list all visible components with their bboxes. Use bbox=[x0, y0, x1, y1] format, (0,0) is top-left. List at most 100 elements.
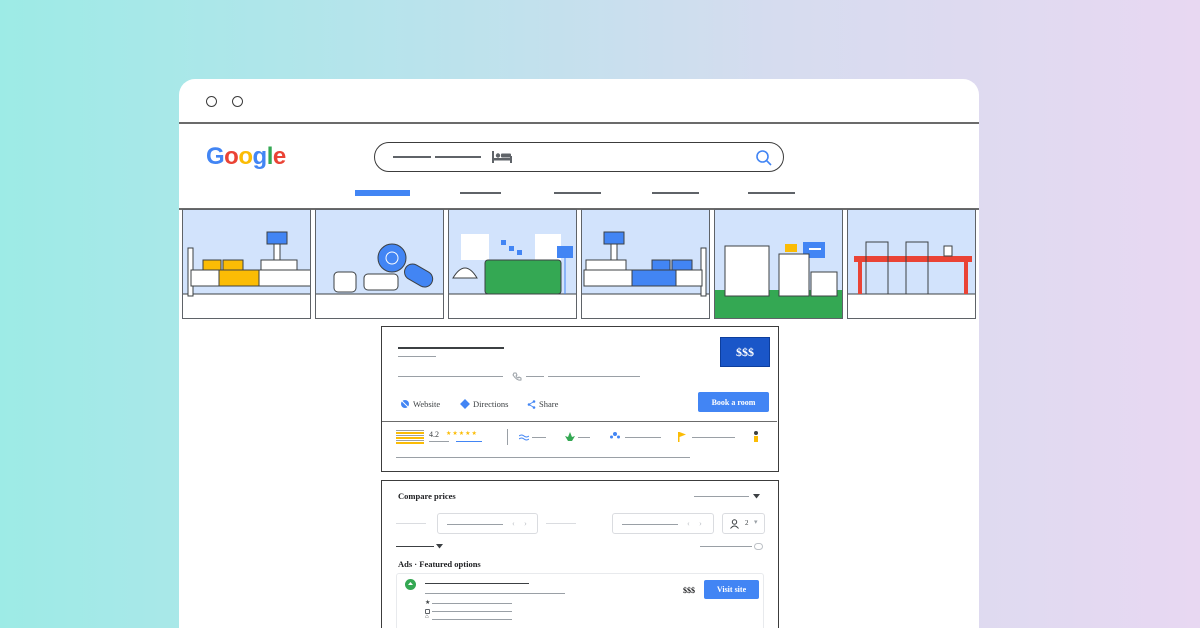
tab[interactable] bbox=[554, 192, 601, 194]
amenity-placeholder bbox=[578, 437, 590, 438]
lounge-illustration bbox=[449, 210, 576, 295]
directions-link[interactable]: Directions bbox=[473, 399, 508, 409]
amenity-divider bbox=[507, 429, 508, 445]
ad-url-placeholder bbox=[425, 593, 565, 594]
amenity-placeholder bbox=[692, 437, 735, 438]
hotel-subtitle-placeholder bbox=[398, 356, 436, 357]
tag-icon: ⌂ bbox=[425, 614, 429, 620]
dining-illustration bbox=[848, 210, 975, 295]
room-illustration bbox=[582, 210, 709, 297]
amenity-placeholder bbox=[532, 437, 546, 438]
chevron-down-icon[interactable] bbox=[753, 494, 760, 499]
bedroom-illustration bbox=[183, 210, 310, 297]
bed-icon bbox=[492, 151, 512, 163]
toggle-label-placeholder bbox=[700, 546, 752, 547]
tab-active[interactable] bbox=[355, 190, 410, 196]
tab[interactable] bbox=[652, 192, 699, 194]
hotel-photo-room[interactable] bbox=[581, 209, 710, 319]
reviews-link-placeholder[interactable] bbox=[456, 441, 482, 442]
date-placeholder bbox=[447, 524, 503, 525]
logo-letter: o bbox=[238, 143, 253, 170]
query-text-placeholder bbox=[435, 156, 481, 158]
visit-site-button[interactable]: Visit site bbox=[704, 580, 759, 599]
tab[interactable] bbox=[748, 192, 795, 194]
rating-bars-icon bbox=[396, 430, 424, 444]
tab[interactable] bbox=[460, 192, 501, 194]
chevron-down-icon[interactable] bbox=[436, 544, 443, 549]
price-badge: $$$ bbox=[720, 337, 770, 367]
filter-placeholder[interactable] bbox=[396, 546, 434, 547]
visit-site-label: Visit site bbox=[716, 585, 747, 594]
price-badge-label: $$$ bbox=[736, 344, 754, 359]
compare-prices-card: Compare prices ‹ › ‹ › 2 ▾ Ads · Feature… bbox=[381, 480, 779, 628]
compare-prices-title: Compare prices bbox=[398, 491, 456, 501]
hotel-photo-bedroom[interactable] bbox=[182, 209, 311, 319]
chevron-left-icon[interactable]: ‹ bbox=[687, 518, 690, 528]
hotel-photo-exterior[interactable] bbox=[714, 209, 843, 319]
chevron-down-icon: ▾ bbox=[754, 518, 758, 526]
book-room-label: Book a room bbox=[711, 397, 756, 407]
gym-illustration bbox=[316, 210, 443, 295]
date-placeholder bbox=[622, 524, 678, 525]
star-icon: ★ bbox=[425, 600, 431, 606]
website-link[interactable]: Website bbox=[413, 399, 440, 409]
address-placeholder bbox=[398, 376, 503, 377]
rating-stars: ★★★★★ bbox=[446, 431, 478, 437]
reviews-placeholder bbox=[429, 441, 449, 442]
guests-icon bbox=[610, 432, 620, 439]
card-divider bbox=[382, 421, 777, 422]
hotel-photo-dining[interactable] bbox=[847, 209, 976, 319]
logo-letter: G bbox=[206, 143, 225, 170]
hotel-photo-gym[interactable] bbox=[315, 209, 444, 319]
phone-placeholder bbox=[526, 376, 544, 377]
attendant-icon bbox=[754, 431, 758, 442]
checkin-label-placeholder bbox=[396, 523, 426, 524]
window-control-dot[interactable] bbox=[206, 96, 217, 107]
ad-detail-placeholder bbox=[432, 619, 512, 620]
toggle-switch[interactable] bbox=[754, 543, 763, 550]
browser-window: Google $$$ Website Directions Share Book… bbox=[179, 79, 979, 628]
phone-icon bbox=[512, 372, 522, 381]
chevron-right-icon[interactable]: › bbox=[699, 518, 702, 528]
directions-icon bbox=[460, 399, 470, 409]
checkin-date-field[interactable]: ‹ › bbox=[437, 513, 538, 534]
share-icon bbox=[527, 400, 536, 409]
amenity-placeholder bbox=[625, 437, 661, 438]
rating-value: 4.2 bbox=[429, 430, 439, 439]
checkout-date-field[interactable]: ‹ › bbox=[612, 513, 714, 534]
search-input[interactable] bbox=[374, 142, 784, 172]
person-icon bbox=[730, 519, 739, 529]
ad-detail-placeholder bbox=[432, 603, 512, 604]
hotel-info-card: $$$ Website Directions Share Book a room… bbox=[381, 326, 779, 472]
guests-selector[interactable]: 2 ▾ bbox=[722, 513, 765, 534]
ad-price: $$$ bbox=[683, 586, 695, 595]
flag-icon bbox=[678, 432, 686, 442]
hotel-photo-lounge[interactable] bbox=[448, 209, 577, 319]
ad-detail-placeholder bbox=[432, 611, 512, 612]
window-control-dot[interactable] bbox=[232, 96, 243, 107]
ads-heading: Ads · Featured options bbox=[398, 559, 481, 569]
chevron-right-icon[interactable]: › bbox=[524, 518, 527, 528]
phone-placeholder bbox=[548, 376, 640, 377]
spa-icon bbox=[565, 432, 575, 441]
google-logo[interactable]: Google bbox=[206, 143, 286, 171]
search-icon[interactable] bbox=[755, 149, 773, 167]
checkout-label-placeholder bbox=[546, 523, 576, 524]
guest-count: 2 bbox=[745, 519, 749, 527]
logo-letter: g bbox=[252, 143, 268, 170]
exterior-illustration bbox=[715, 210, 842, 318]
share-link[interactable]: Share bbox=[539, 399, 558, 409]
globe-icon bbox=[401, 400, 409, 408]
logo-letter: e bbox=[272, 143, 286, 170]
logo-letter: o bbox=[224, 143, 239, 170]
chevron-left-icon[interactable]: ‹ bbox=[512, 518, 515, 528]
pool-icon bbox=[519, 434, 529, 441]
sort-placeholder bbox=[694, 496, 749, 497]
description-placeholder bbox=[396, 457, 690, 458]
advertiser-logo-icon bbox=[405, 579, 416, 590]
toolbar-divider bbox=[179, 122, 979, 124]
query-text-placeholder bbox=[393, 156, 431, 158]
ad-title-placeholder bbox=[425, 583, 529, 584]
book-room-button[interactable]: Book a room bbox=[698, 392, 769, 412]
featured-ad-card[interactable]: $$$ Visit site ★ ⌂ bbox=[396, 573, 764, 628]
